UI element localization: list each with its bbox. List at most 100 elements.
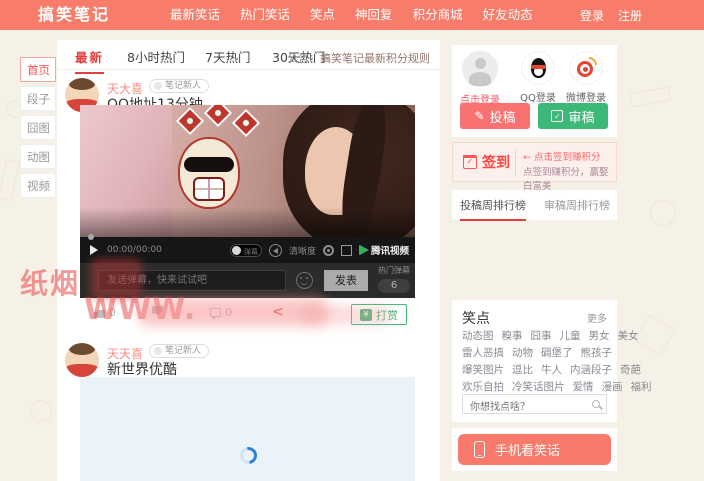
announcement-link[interactable]: 搞笑笔记最新积分规则 [320,52,430,65]
tab-8h-hot[interactable]: 8小时热门 [127,47,185,66]
tag-row: 动态图糗事囧事儿童男女美女 [462,328,607,345]
mobile-jokes-button[interactable]: 手机看笑话 [458,434,611,465]
comment-icon [210,308,221,317]
tag-link[interactable]: 美女 [618,330,639,342]
doodle-decoration [30,400,52,422]
video-control-bar: 00:00/00:00 弹幕 清晰度 腾讯视频 [80,237,415,263]
video-time: 00:00/00:00 [107,245,162,255]
pencil-icon: ✎ [474,109,484,123]
nav-item-funny-points[interactable]: 笑点 [300,0,345,30]
nav-item-hot-jokes[interactable]: 热门笑话 [230,0,300,30]
tag-link[interactable]: 冷笑话图片 [512,381,565,393]
tag-link[interactable]: 漫画 [602,381,623,393]
search-input[interactable] [463,399,606,417]
video-art-hat [204,105,232,127]
tag-link[interactable]: 动态图 [462,330,494,342]
nav-item-friend-activity[interactable]: 好友动态 [473,0,543,30]
danmaku-input[interactable] [98,270,286,291]
tag-link[interactable]: 糗事 [502,330,523,342]
review-post-button[interactable]: ✓审稿 [538,103,608,129]
post1-actions: 0 0 < ¥打赏 [80,304,415,328]
checkin-earn-points-link[interactable]: ← 点击签到赚积分 [523,149,600,163]
tab-7d-hot[interactable]: 7天热门 [205,47,250,66]
fullscreen-icon[interactable] [341,245,352,256]
weibo-login[interactable]: 微博登录 [564,51,608,104]
danmaku-send-button[interactable]: 发表 [324,270,368,291]
tab-review-weekly-rank[interactable]: 审稿周排行榜 [544,197,610,213]
tags-more-link[interactable]: 更多 [587,310,607,325]
tab-latest[interactable]: 最新 [75,47,104,74]
checkin-button[interactable]: 签到 [463,152,510,172]
announcement: 公告：搞笑笔记最新积分规则 [287,50,430,66]
tag-link[interactable]: 牛人 [541,364,562,376]
danmaku-settings-icon[interactable] [269,244,282,257]
post2-title[interactable]: 新世界优酷 [107,359,177,379]
sidebar-item-home[interactable]: 首页 [20,57,56,82]
share-button[interactable]: < [272,306,284,318]
nav-item-latest-jokes[interactable]: 最新笑话 [160,0,230,30]
tag-link[interactable]: 雷人恶搞 [462,347,504,359]
submit-post-button[interactable]: ✎ 投稿 [460,103,530,129]
toggle-knob-icon [232,246,241,255]
thumbs-down-icon [152,306,163,316]
sidebar-item-videos[interactable]: 视频 [20,173,56,198]
tag-link[interactable]: 内涵段子 [570,364,612,376]
calendar-check-icon [463,155,477,169]
checklist-icon: ✓ [551,110,563,122]
announcement-label: 公告： [287,52,320,65]
emoji-icon[interactable] [296,272,313,289]
submit-label: 投稿 [490,107,516,126]
tag-link[interactable]: 碉堡了 [541,347,573,359]
nav-item-god-replies[interactable]: 神回复 [345,0,403,30]
tag-link[interactable]: 逗比 [512,364,533,376]
tag-link[interactable]: 爱情 [573,381,594,393]
video-thumbnail[interactable] [80,105,415,237]
tag-link[interactable]: 男女 [589,330,610,342]
site-logo[interactable]: 搞笑笔记 [38,0,110,30]
video-player[interactable]: 00:00/00:00 弹幕 清晰度 腾讯视频 [80,105,415,263]
progress-knob[interactable] [88,234,94,240]
danmaku-toggle-label: 弹幕 [244,247,258,257]
danmaku-toggle[interactable]: 弹幕 [230,244,262,257]
tag-link[interactable]: 奇葩 [620,364,641,376]
login-link[interactable]: 登录 [580,7,604,24]
tag-link[interactable]: 儿童 [560,330,581,342]
tag-link[interactable]: 熊孩子 [581,347,613,359]
feed-tabs: 最新 8小时热门 7天热门 30天热门 公告：搞笑笔记最新积分规则 [57,40,440,70]
qq-login[interactable]: QQ登录 [516,51,560,104]
hot-danmaku-count[interactable]: 6 [378,279,410,293]
sidebar-item-jiong-pics[interactable]: 囧图 [20,115,56,140]
comment-button[interactable]: 0 [210,306,232,319]
register-link[interactable]: 注册 [618,7,642,24]
thumbs-up-icon [94,308,105,318]
tags-panel: 笑点 更多 动态图糗事囧事儿童男女美女 雷人恶搞动物碉堡了熊孩子 爆笑图片逗比牛… [452,300,617,422]
tag-link[interactable]: 福利 [631,381,652,393]
avatar[interactable] [65,343,99,377]
badge-label: 笔记新人 [165,80,201,92]
checkin-label: 签到 [482,152,510,172]
tab-submit-weekly-rank[interactable]: 投稿周排行榜 [460,197,526,221]
badge-icon [154,82,162,90]
loading-spinner [237,444,261,468]
tag-search [462,394,607,414]
nav-item-points-mall[interactable]: 积分商城 [403,0,473,30]
hot-danmaku-label: 热门弹幕 [376,265,412,276]
user-avatar-placeholder[interactable] [462,51,498,87]
reward-button[interactable]: ¥打赏 [351,304,407,325]
divider [515,149,516,176]
hot-danmaku: 热门弹幕 6 [376,265,412,293]
brand-logo[interactable]: 腾讯视频 [359,243,409,257]
dislike-button[interactable] [152,306,163,316]
gear-icon[interactable] [323,245,334,256]
like-button[interactable]: 0 [94,306,116,319]
sidebar-item-duanzi[interactable]: 段子 [20,86,56,111]
tag-link[interactable]: 动物 [512,347,533,359]
sidebar-item-gifs[interactable]: 动图 [20,144,56,169]
tag-link[interactable]: 欢乐自拍 [462,381,504,393]
main-feed-panel: 最新 8小时热门 7天热门 30天热门 公告：搞笑笔记最新积分规则 天大喜 笔记… [57,40,440,481]
quality-selector[interactable]: 清晰度 [289,244,316,257]
tag-link[interactable]: 囧事 [531,330,552,342]
tag-link[interactable]: 爆笑图片 [462,364,504,376]
search-icon[interactable] [592,400,600,408]
play-button[interactable] [90,245,98,255]
